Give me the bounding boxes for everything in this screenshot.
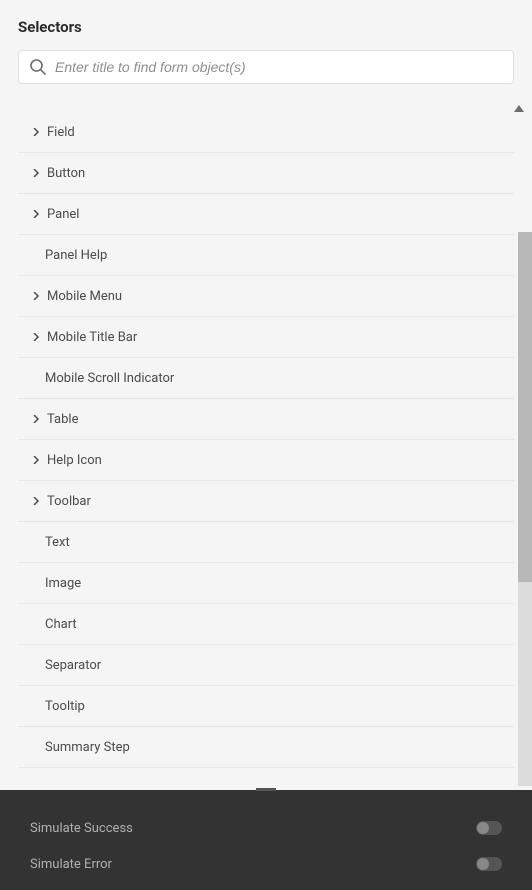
scrollbar-thumb[interactable] [518,232,532,582]
list-item[interactable]: Field [18,112,514,153]
list-item[interactable]: Chart [18,604,514,645]
panel-header: Selectors [0,0,532,50]
simulate-error-label: Simulate Error [30,857,112,872]
toggle-knob [477,822,489,834]
simulate-error-row: Simulate Error [30,846,502,882]
chevron-right-icon [32,292,40,300]
list-item-label: Help Icon [47,453,102,468]
chevron-right-icon [32,169,40,177]
list-item[interactable]: Mobile Menu [18,276,514,317]
simulate-success-row: Simulate Success [30,810,502,846]
list-item[interactable]: Mobile Scroll Indicator [18,358,514,399]
list-item-label: Summary Step [45,740,130,755]
list-item-label: Mobile Menu [47,289,122,304]
simulate-success-toggle[interactable] [476,821,502,835]
list-item[interactable]: Text [18,522,514,563]
scroll-up-arrow-icon[interactable] [514,105,524,112]
list-item[interactable]: Separator [18,645,514,686]
simulate-error-toggle[interactable] [476,857,502,871]
list-item-label: Separator [45,658,101,673]
list-item-label: Table [47,412,78,427]
list-item-label: Toolbar [47,494,91,509]
list-item[interactable]: Image [18,563,514,604]
list-container: Field Button Panel Panel Help Mobile Menu Mob… [0,102,532,786]
page-title: Selectors [18,18,514,36]
footer-panel: Simulate Success Simulate Error [0,790,532,890]
list-item-label: Panel Help [45,248,107,263]
chevron-right-icon [32,456,40,464]
search-container [0,50,532,102]
search-icon [29,58,47,76]
list-item[interactable]: Mobile Title Bar [18,317,514,358]
list-item-label: Mobile Title Bar [47,330,137,345]
list-item[interactable]: Summary Step [18,727,514,768]
list-item-label: Mobile Scroll Indicator [45,371,174,386]
toggle-knob [477,858,489,870]
list-item-label: Text [45,535,70,550]
list-item-label: Tooltip [45,699,85,714]
search-input[interactable] [55,59,503,75]
chevron-right-icon [32,333,40,341]
chevron-right-icon [32,497,40,505]
list-item[interactable]: Toolbar [18,481,514,522]
list-item[interactable]: Panel Help [18,235,514,276]
list-item[interactable]: Tooltip [18,686,514,727]
selector-list: Field Button Panel Panel Help Mobile Menu Mob… [18,112,514,768]
chevron-right-icon [32,210,40,218]
list-item-label: Field [47,125,75,140]
list-item-label: Image [45,576,81,591]
chevron-right-icon [32,415,40,423]
simulate-success-label: Simulate Success [30,821,133,836]
drag-handle-icon[interactable] [256,788,276,791]
list-item[interactable]: Panel [18,194,514,235]
search-wrapper[interactable] [18,50,514,84]
list-item-label: Chart [45,617,77,632]
list-item[interactable]: Table [18,399,514,440]
list-item-label: Panel [47,207,79,222]
chevron-right-icon [32,128,40,136]
list-item-label: Button [47,166,85,181]
list-item[interactable]: Button [18,153,514,194]
list-item[interactable]: Help Icon [18,440,514,481]
